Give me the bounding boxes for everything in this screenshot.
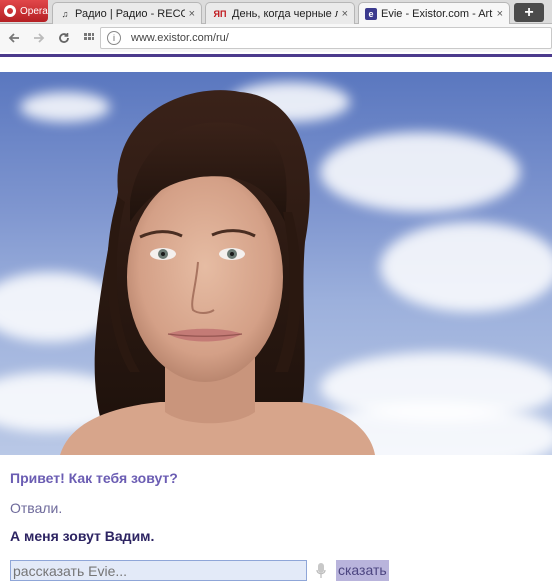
tab-evie-existor[interactable]: e Evie - Existor.com - Artific × [358,2,510,25]
opera-menu-button[interactable]: Opera [0,0,48,22]
tab-title: Evie - Existor.com - Artific [381,8,493,20]
tab-close-icon[interactable]: × [497,8,503,20]
microphone-icon[interactable] [316,563,326,579]
browser-toolbar: i www.existor.com/ru/ [0,24,552,52]
say-button[interactable]: сказать [336,560,389,581]
user-message: А меня зовут Вадим. [10,528,155,544]
back-button[interactable] [3,27,25,49]
evie-previous-message: Отвали. [10,500,63,516]
opera-logo-icon [4,5,16,17]
tab-title: Радио | Радио - RECORD [75,7,185,20]
yap-favicon-icon: ЯП [213,8,227,19]
forward-button[interactable] [28,27,50,49]
reload-button[interactable] [53,27,75,49]
address-bar[interactable]: i www.existor.com/ru/ [100,27,552,49]
back-arrow-icon [8,33,19,43]
opera-label: Opera [20,5,48,17]
page-info-icon[interactable]: i [107,31,121,45]
tab-close-icon[interactable]: × [189,8,195,20]
header-accent-line [0,54,552,57]
tab-radio-record[interactable]: ♫ Радио | Радио - RECORD × [52,2,202,24]
chat-input-row: сказать [10,560,550,582]
chat-transcript: Привет! Как тебя зовут? Отвали. А меня з… [10,470,540,544]
url-text: www.existor.com/ru/ [131,32,229,44]
music-note-icon: ♫ [61,8,69,19]
speed-dial-button[interactable] [78,27,100,49]
tab-yap-article[interactable]: ЯП День, когда черные люди × [205,2,355,24]
tab-bar: Opera ♫ Радио | Радио - RECORD × ЯП День… [0,0,552,25]
grid-icon [84,33,94,40]
new-tab-button[interactable]: + [514,3,544,22]
evie-message: Привет! Как тебя зовут? [10,470,178,486]
forward-arrow-icon [34,33,45,43]
evie-favicon-icon: e [365,8,377,20]
chat-input[interactable] [10,560,307,581]
tab-title: День, когда черные люди [232,7,338,20]
tab-close-icon[interactable]: × [342,8,348,20]
evie-face-illustration [60,90,375,455]
reload-icon [59,33,69,43]
evie-avatar [0,72,552,455]
